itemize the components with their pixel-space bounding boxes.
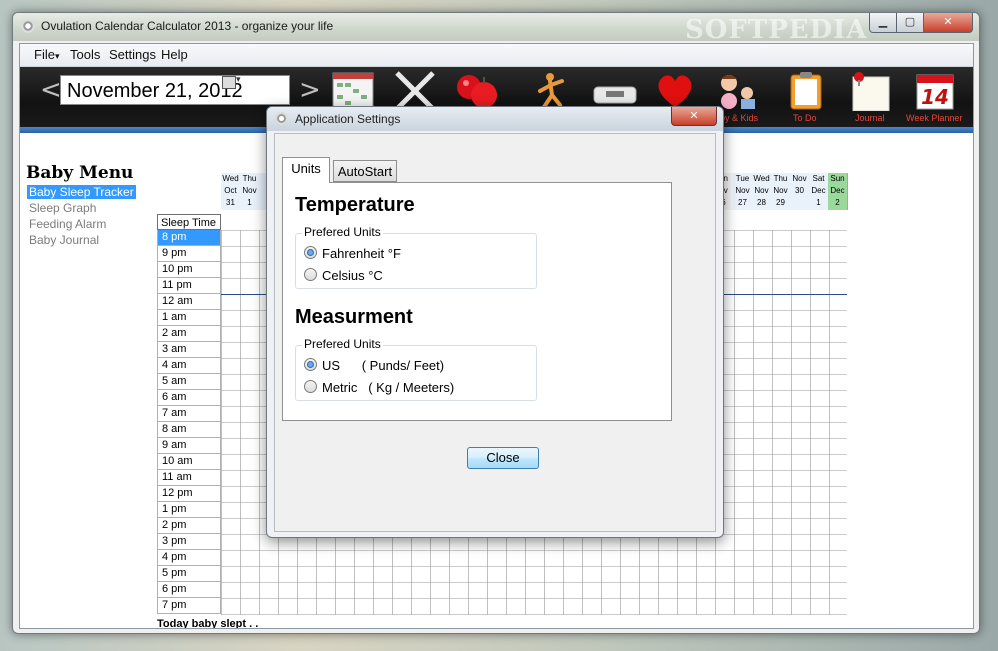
- measurement-units-group: Prefered Units US ( Punds/ Feet) Metric …: [295, 337, 537, 401]
- time-row[interactable]: 6 pm: [157, 582, 221, 598]
- maximize-button[interactable]: ▢: [896, 13, 924, 33]
- chevron-down-icon: ▾: [54, 51, 60, 61]
- week-planner-icon[interactable]: 14: [913, 71, 957, 111]
- svg-text:14: 14: [921, 85, 949, 109]
- time-row[interactable]: 11 pm: [157, 278, 221, 294]
- today-slept-summary: Today baby slept . .: [157, 618, 259, 629]
- baby-kids-icon[interactable]: [715, 71, 759, 111]
- time-row[interactable]: 4 pm: [157, 550, 221, 566]
- baby-menu-title: Baby Menu: [26, 163, 134, 183]
- radio-selected-icon: [304, 358, 317, 371]
- us-radio[interactable]: US ( Punds/ Feet): [304, 358, 444, 373]
- calendar-small-icon[interactable]: [222, 76, 236, 89]
- time-row[interactable]: 1 pm: [157, 502, 221, 518]
- time-row[interactable]: 2 am: [157, 326, 221, 342]
- heart-icon[interactable]: [653, 71, 697, 111]
- column-header: Sat Dec 1: [809, 173, 829, 210]
- time-row[interactable]: 9 pm: [157, 246, 221, 262]
- baby-menu-item-sleep-graph[interactable]: Sleep Graph: [27, 201, 98, 215]
- date-dropdown-arrow[interactable]: ▾: [236, 75, 241, 85]
- column-header: Wed Nov 28: [752, 173, 772, 210]
- column-header-today: Sun Dec 2: [828, 173, 848, 210]
- gear-icon: [275, 112, 288, 125]
- time-row[interactable]: 5 am: [157, 374, 221, 390]
- menu-tools[interactable]: Tools: [70, 47, 100, 62]
- journal-icon[interactable]: [849, 71, 893, 112]
- app-icon: [21, 19, 35, 33]
- todo-label: To Do: [793, 113, 817, 123]
- baby-menu-item-feeding-alarm[interactable]: Feeding Alarm: [27, 217, 108, 231]
- time-row[interactable]: 4 am: [157, 358, 221, 374]
- window-title: Ovulation Calendar Calculator 2013 - org…: [41, 19, 334, 33]
- time-row[interactable]: 11 am: [157, 470, 221, 486]
- metric-radio[interactable]: Metric ( Kg / Meeters): [304, 380, 454, 395]
- column-header: Thu Nov 1: [240, 173, 260, 210]
- temperature-units-group: Prefered Units Fahrenheit °F Celsius °C: [295, 225, 537, 289]
- clipboard-icon[interactable]: [785, 71, 829, 111]
- temperature-group-label: Prefered Units: [302, 225, 383, 239]
- sleep-time-header: Sleep Time: [157, 214, 221, 230]
- tab-autostart[interactable]: AutoStart: [333, 160, 397, 182]
- time-row[interactable]: 9 am: [157, 438, 221, 454]
- measurement-heading: Measurment: [295, 306, 413, 328]
- time-row[interactable]: 6 am: [157, 390, 221, 406]
- baby-menu-item-sleep-tracker[interactable]: Baby Sleep Tracker: [27, 185, 136, 199]
- radio-selected-icon: [304, 246, 317, 259]
- next-date-button[interactable]: >: [299, 75, 321, 105]
- dialog-title: Application Settings: [295, 112, 401, 126]
- apples-icon[interactable]: [452, 71, 497, 111]
- time-row[interactable]: 10 pm: [157, 262, 221, 278]
- title-bar[interactable]: Ovulation Calendar Calculator 2013 - org…: [13, 13, 979, 45]
- celsius-radio[interactable]: Celsius °C: [304, 268, 383, 283]
- time-row[interactable]: 2 pm: [157, 518, 221, 534]
- radio-unselected-icon: [304, 268, 317, 281]
- time-row[interactable]: 3 pm: [157, 534, 221, 550]
- radio-unselected-icon: [304, 380, 317, 393]
- softpedia-watermark: SOFTPEDIA: [685, 15, 868, 45]
- menu-bar: File▾ Tools Settings Help: [20, 44, 973, 67]
- units-panel: Temperature Prefered Units Fahrenheit °F…: [282, 182, 672, 421]
- time-row[interactable]: 5 pm: [157, 566, 221, 582]
- time-row[interactable]: 12 pm: [157, 486, 221, 502]
- time-row[interactable]: 10 am: [157, 454, 221, 470]
- fahrenheit-radio[interactable]: Fahrenheit °F: [304, 246, 401, 261]
- baby-menu-item-baby-journal[interactable]: Baby Journal: [27, 233, 101, 247]
- column-header: Nov 30: [790, 173, 810, 210]
- calendar-grid-icon[interactable]: [331, 71, 375, 111]
- baby-kids-label: by & Kids: [720, 113, 759, 123]
- tab-units[interactable]: Units: [282, 157, 330, 183]
- column-header: Thu Nov 29: [771, 173, 791, 210]
- column-header: Tue Nov 27: [733, 173, 753, 210]
- journal-label: Journal: [855, 113, 885, 123]
- time-row[interactable]: 8 am: [157, 422, 221, 438]
- time-row[interactable]: 3 am: [157, 342, 221, 358]
- close-button[interactable]: Close: [467, 447, 539, 469]
- temperature-heading: Temperature: [295, 194, 415, 216]
- menu-help[interactable]: Help: [161, 47, 188, 62]
- week-planner-label: Week Planner: [906, 113, 963, 123]
- minimize-button[interactable]: ▁: [869, 13, 897, 33]
- exercise-figure-icon[interactable]: [530, 71, 574, 111]
- menu-settings[interactable]: Settings: [109, 47, 156, 62]
- time-row[interactable]: 1 am: [157, 310, 221, 326]
- cross-icon[interactable]: [393, 71, 437, 111]
- time-row[interactable]: 8 pm: [157, 230, 221, 246]
- dialog-close-icon[interactable]: ✕: [671, 107, 717, 126]
- prev-date-button[interactable]: <: [40, 75, 62, 105]
- close-window-button[interactable]: ✕: [923, 13, 973, 33]
- scale-icon[interactable]: [590, 71, 637, 111]
- time-row[interactable]: 12 am: [157, 294, 221, 310]
- menu-file[interactable]: File▾: [34, 47, 59, 62]
- date-field[interactable]: November 21, 2012: [60, 75, 290, 105]
- column-header: Wed Oct 31: [221, 173, 241, 210]
- measurement-group-label: Prefered Units: [302, 337, 383, 351]
- time-row[interactable]: 7 pm: [157, 598, 221, 614]
- time-row[interactable]: 7 am: [157, 406, 221, 422]
- dialog-title-bar[interactable]: Application Settings ✕: [267, 107, 723, 131]
